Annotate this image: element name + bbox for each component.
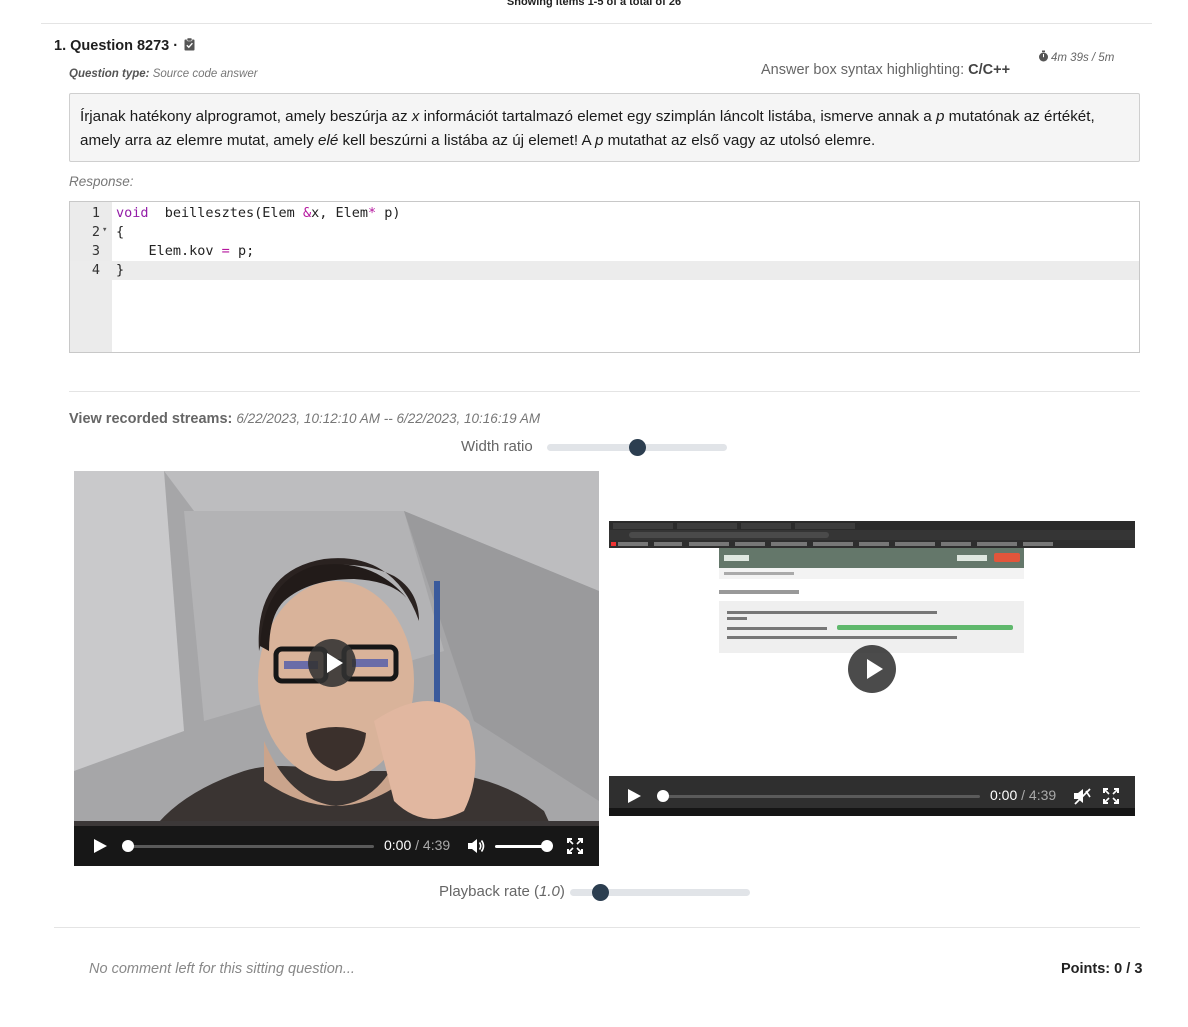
question-type-value: Source code answer bbox=[152, 68, 258, 80]
code-editor[interactable]: 1 void beillesztes(Elem &x, Elem* p) 2 ▾ {3 … bbox=[69, 201, 1140, 353]
play-icon bbox=[867, 659, 883, 679]
time-separator: / bbox=[411, 837, 423, 853]
code-text: { bbox=[116, 223, 124, 242]
code-line[interactable]: 1 void beillesztes(Elem &x, Elem* p) bbox=[70, 204, 1139, 223]
question-title-text: 1. Question 8273 · bbox=[54, 38, 179, 54]
response-label: Response: bbox=[69, 174, 134, 189]
code-token: void bbox=[116, 205, 149, 221]
playback-rate-slider[interactable] bbox=[570, 884, 750, 901]
line-number: 3 bbox=[91, 243, 100, 259]
code-text: Elem.kov = p; bbox=[116, 242, 255, 261]
question-type: Question type: Source code answer bbox=[69, 68, 258, 80]
volume-muted-icon[interactable] bbox=[1072, 787, 1092, 805]
question-text-part: információt tartalmazó elemet egy szimpl… bbox=[419, 108, 936, 125]
webcam-duration: 4:39 bbox=[422, 837, 451, 853]
question-title: 1. Question 8273 · bbox=[54, 37, 195, 55]
code-line[interactable]: 3 Elem.kov = p; bbox=[70, 242, 1139, 261]
code-token: x, Elem bbox=[311, 205, 368, 221]
screen-progress-bar[interactable] bbox=[663, 795, 980, 798]
line-number: 1 bbox=[91, 205, 100, 221]
line-number: 4 bbox=[91, 262, 100, 278]
question-text: Írjanak hatékony alprogramot, amely besz… bbox=[69, 93, 1140, 162]
code-token: Elem.kov bbox=[116, 243, 222, 259]
width-ratio-slider-thumb[interactable] bbox=[628, 439, 646, 456]
play-icon bbox=[327, 653, 343, 673]
code-token: p) bbox=[376, 205, 401, 221]
question-text-emph: elé bbox=[318, 132, 339, 149]
webcam-play-overlay[interactable] bbox=[308, 639, 356, 687]
webcam-progress-bar[interactable] bbox=[126, 845, 374, 848]
line-number: 2 bbox=[91, 224, 100, 240]
webcam-video[interactable]: 0:00 / 4:39 bbox=[74, 471, 599, 866]
question-text-part: mutathat az első vagy az utolsó elemre. bbox=[603, 132, 876, 149]
time-separator: / bbox=[1017, 787, 1029, 803]
points-display: Points: 0 / 3 bbox=[1061, 961, 1143, 977]
width-ratio-label: Width ratio bbox=[461, 438, 533, 455]
code-token: beillesztes(Elem bbox=[148, 205, 303, 221]
screen-duration: 4:39 bbox=[1028, 787, 1057, 803]
recorded-streams-range: 6/22/2023, 10:12:10 AM -- 6/22/2023, 10:… bbox=[236, 411, 541, 426]
webcam-controls: 0:00 / 4:39 bbox=[74, 826, 599, 866]
top-divider bbox=[41, 23, 1152, 24]
fullscreen-icon[interactable] bbox=[567, 838, 583, 854]
webcam-current-time: 0:00 bbox=[384, 837, 412, 853]
playback-rate-label: Playback rate (1.0) bbox=[439, 883, 565, 900]
code-token: } bbox=[116, 262, 125, 278]
section-divider bbox=[69, 391, 1140, 392]
pagination-summary: Showing items 1-5 of a total of 26 bbox=[506, 0, 682, 8]
screen-play-overlay[interactable] bbox=[848, 645, 896, 693]
question-text-part: kell beszúrni a listába az új elemet! A bbox=[338, 132, 595, 149]
code-text: void beillesztes(Elem &x, Elem* p) bbox=[116, 204, 401, 223]
recorded-streams-header: View recorded streams: 6/22/2023, 10:12:… bbox=[69, 411, 540, 427]
fold-toggle-icon[interactable]: ▾ bbox=[102, 221, 107, 240]
webcam-play-button[interactable] bbox=[94, 839, 107, 853]
playback-rate-slider-thumb[interactable] bbox=[592, 884, 610, 901]
webcam-progress-thumb[interactable] bbox=[122, 840, 134, 852]
comment-placeholder[interactable]: No comment left for this sitting questio… bbox=[89, 961, 355, 977]
screen-time: 0:00 / 4:39 bbox=[990, 787, 1056, 803]
screen-controls: 0:00 / 4:39 bbox=[609, 776, 1135, 816]
code-token: & bbox=[302, 205, 312, 221]
question-timer: 4m 39s / 5m bbox=[1038, 50, 1114, 64]
playback-rate-value: 1.0 bbox=[539, 883, 560, 900]
screen-play-button[interactable] bbox=[628, 789, 641, 803]
recorded-streams-label: View recorded streams: bbox=[69, 411, 233, 427]
fullscreen-icon[interactable] bbox=[1103, 788, 1119, 804]
footer-divider bbox=[54, 927, 1140, 928]
screen-recording-video[interactable]: 0:00 / 4:39 bbox=[609, 521, 1135, 816]
screen-current-time: 0:00 bbox=[990, 787, 1018, 803]
playback-rate-suffix: ) bbox=[559, 883, 565, 900]
webcam-volume-thumb[interactable] bbox=[541, 840, 553, 852]
code-text: } bbox=[116, 261, 124, 280]
syntax-label: Answer box syntax highlighting: bbox=[761, 62, 965, 78]
volume-icon[interactable] bbox=[466, 837, 486, 855]
stopwatch-icon bbox=[1039, 50, 1048, 62]
code-line[interactable]: 4} bbox=[70, 261, 1139, 280]
question-type-label: Question type: bbox=[69, 68, 150, 80]
syntax-highlighting: Answer box syntax highlighting: C/C++ bbox=[761, 62, 1010, 78]
code-token: { bbox=[116, 224, 125, 240]
question-text-part: Írjanak hatékony alprogramot, amely besz… bbox=[80, 108, 412, 125]
syntax-value: C/C++ bbox=[968, 62, 1011, 78]
width-ratio-slider[interactable] bbox=[547, 439, 727, 456]
code-token: * bbox=[368, 205, 377, 221]
timer-text: 4m 39s / 5m bbox=[1051, 52, 1115, 64]
code-token: p; bbox=[229, 243, 255, 259]
clipboard-check-icon[interactable] bbox=[184, 37, 195, 55]
code-token: = bbox=[221, 243, 230, 259]
code-line[interactable]: 2 ▾ { bbox=[70, 223, 1139, 242]
screen-progress-thumb[interactable] bbox=[657, 790, 669, 802]
playback-rate-prefix: Playback rate ( bbox=[439, 883, 540, 900]
webcam-time: 0:00 / 4:39 bbox=[384, 837, 450, 853]
